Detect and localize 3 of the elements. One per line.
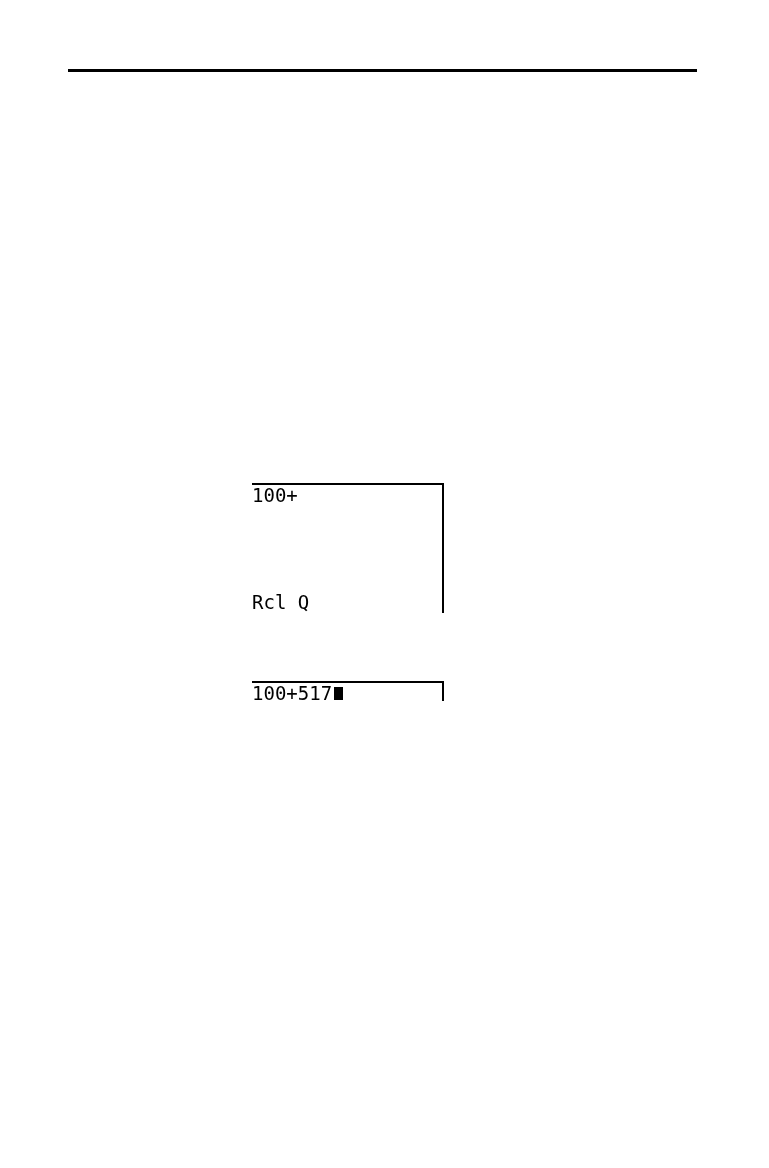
screen-text: 100+517 [252,684,333,703]
screen-text: Rcl Q [252,593,310,612]
screen-text: 100+ [252,486,298,505]
